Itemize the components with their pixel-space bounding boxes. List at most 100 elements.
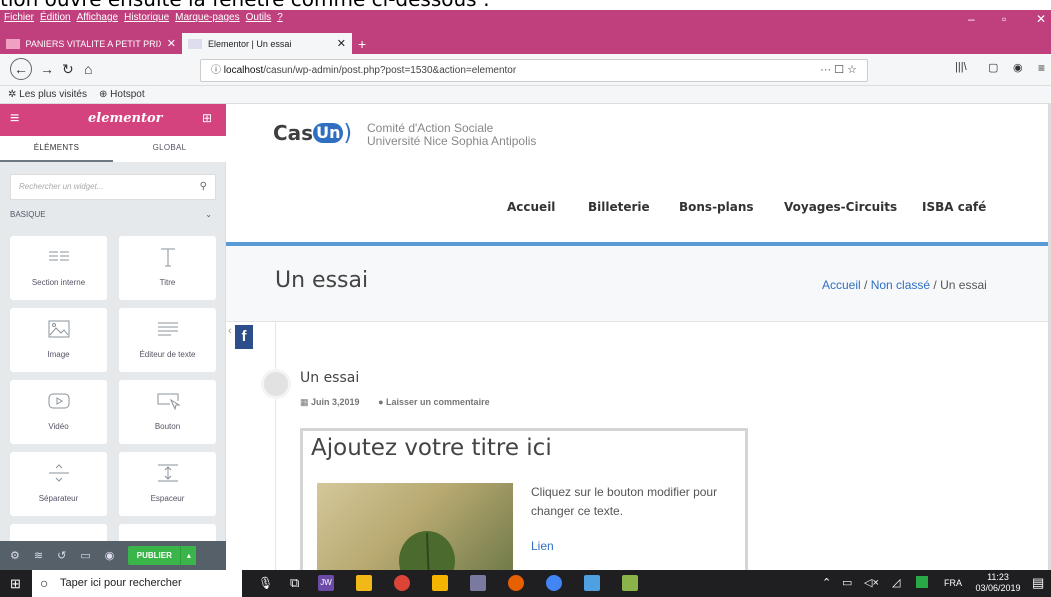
account-icon[interactable]: ◉	[1013, 61, 1023, 74]
panel-tabs: ÉLÉMENTS GLOBAL	[0, 136, 226, 162]
widget-espaceur[interactable]: Espaceur	[119, 452, 216, 516]
category-basic[interactable]: BASIQUE ⌄	[10, 208, 216, 222]
widget-search-input[interactable]: Rechercher un widget... ⚲	[10, 174, 216, 200]
chrome-icon[interactable]	[394, 575, 410, 591]
navigator-icon[interactable]: ≋	[34, 549, 43, 562]
tray-chevron-icon[interactable]: ⌃	[822, 576, 831, 589]
tab-global[interactable]: GLOBAL	[113, 136, 226, 162]
widget-label: Image	[47, 350, 70, 359]
page-actions-icon[interactable]: ··· ☐ ☆	[820, 60, 857, 81]
elementor-section[interactable]: Ajoutez votre titre ici Cliquez sur le b…	[300, 428, 748, 570]
url-path: /casun/wp-admin/post.php?post=1530&actio…	[263, 65, 517, 76]
mic-icon[interactable]: 🎙	[258, 576, 273, 590]
notifications-icon[interactable]: ▤	[1032, 575, 1044, 591]
menu-item-fichier[interactable]: Fichier	[4, 10, 34, 28]
file-explorer-icon[interactable]	[356, 575, 372, 591]
menu-item-marque-pages[interactable]: Marque-pages	[175, 10, 239, 28]
menu-item-outils[interactable]: Outils	[246, 10, 272, 28]
widget-titre[interactable]: Titre	[119, 236, 216, 300]
widget-heading[interactable]: Ajoutez votre titre ici	[311, 435, 552, 461]
hamburger-icon[interactable]: ≡	[10, 110, 19, 128]
new-tab-icon[interactable]: +	[352, 33, 372, 54]
wifi-icon[interactable]: ◿	[892, 576, 900, 589]
forward-icon[interactable]: →	[40, 61, 54, 77]
language-indicator[interactable]: FRA	[944, 578, 962, 588]
post-title[interactable]: Un essai	[300, 370, 359, 386]
tab-paniers[interactable]: PANIERS VITALITE A PETIT PRIX ✕	[0, 33, 182, 54]
nav-billeterie[interactable]: Billeterie	[588, 200, 650, 214]
settings-icon[interactable]: ⚙	[10, 549, 20, 562]
tab-label: PANIERS VITALITE A PETIT PRIX	[25, 38, 161, 49]
tab-close-icon[interactable]: ✕	[337, 37, 346, 50]
history-icon[interactable]: ↺	[57, 549, 66, 562]
close-icon[interactable]: ✕	[1036, 12, 1046, 26]
widget-video[interactable]: Vidéo	[10, 380, 107, 444]
widget-bouton[interactable]: Bouton	[119, 380, 216, 444]
leaf-image[interactable]	[317, 483, 513, 570]
battery-icon: ▭	[842, 577, 853, 589]
responsive-icon[interactable]: ▭	[80, 549, 90, 562]
comment-link[interactable]: Laisser un commentaire	[386, 397, 490, 407]
menu-item-edition[interactable]: Édition	[40, 10, 71, 28]
nav-accueil[interactable]: Accueil	[507, 200, 555, 214]
reload-icon[interactable]: ↻	[62, 61, 74, 78]
paint-icon[interactable]	[470, 575, 486, 591]
site-logo[interactable]: Cas Un)	[273, 121, 352, 146]
url-host: localhost	[223, 65, 264, 76]
taskbar-search-input[interactable]: ○ Taper ici pour rechercher	[32, 570, 242, 597]
publish-options-icon[interactable]: ▴	[180, 546, 197, 565]
bookmark-hotspot[interactable]: ⊕ Hotspot	[99, 86, 145, 103]
facebook-icon[interactable]: f	[235, 325, 253, 349]
tab-elementor[interactable]: Elementor | Un essai ✕	[182, 33, 352, 54]
nav-voyages[interactable]: Voyages-Circuits	[784, 200, 897, 214]
elementor-panel: ≡ elementor ⊞ ÉLÉMENTS GLOBAL Rechercher…	[0, 104, 226, 570]
menu-icon[interactable]: ≡	[1038, 61, 1045, 75]
task-view-icon[interactable]: ⧉	[290, 575, 299, 591]
restore-icon[interactable]: ▫	[1002, 12, 1006, 26]
image-icon	[10, 316, 107, 342]
widget-separateur[interactable]: Séparateur	[10, 452, 107, 516]
site-preview: Cas Un) Comité d'Action Sociale Universit…	[226, 104, 1048, 570]
tray-app-icon[interactable]	[916, 576, 928, 588]
bookmark-most-visited[interactable]: ✲ Les plus visités	[8, 86, 87, 103]
nav-isba[interactable]: ISBA café	[922, 200, 986, 214]
chevron-down-icon: ⌄	[205, 210, 212, 219]
preview-icon[interactable]: ◉	[105, 549, 115, 562]
clock[interactable]: 11:23 03/06/2019	[970, 572, 1026, 594]
panel-footer: ⚙ ≋ ↺ ▭ ◉ PUBLIER ▴	[0, 541, 226, 570]
breadcrumb-home[interactable]: Accueil	[822, 278, 861, 292]
widget-editeur-texte[interactable]: Éditeur de texte	[119, 308, 216, 372]
url-bar[interactable]: ⓘ localhost/casun/wp-admin/post.php?post…	[200, 59, 868, 82]
page-header: Un essai Accueil / Non classé / Un essai	[226, 246, 1048, 322]
breadcrumb-category[interactable]: Non classé	[871, 278, 930, 292]
sidebar-icon[interactable]: ▢	[988, 61, 998, 74]
sublime-icon[interactable]	[432, 575, 448, 591]
minimize-icon[interactable]: –	[968, 12, 975, 26]
widget-section-interne[interactable]: Section interne	[10, 236, 107, 300]
widget-link[interactable]: Lien	[531, 539, 554, 553]
notepad-icon[interactable]	[584, 575, 600, 591]
app-jw-icon[interactable]: JW	[318, 575, 334, 591]
widget-image[interactable]: Image	[10, 308, 107, 372]
volume-icon[interactable]: ◁×	[864, 576, 879, 589]
library-icon[interactable]: |||\	[955, 61, 967, 73]
chrome-alt-icon[interactable]	[546, 575, 562, 591]
breadcrumb: Accueil / Non classé / Un essai	[822, 278, 987, 292]
back-icon[interactable]: ←	[10, 58, 32, 80]
widget-text[interactable]: Cliquez sur le bouton modifier pour chan…	[531, 483, 731, 521]
divider-icon	[10, 460, 107, 486]
social-toggle-icon[interactable]: ‹	[228, 325, 234, 349]
menu-item-affichage[interactable]: Affichage	[77, 10, 119, 28]
publish-button[interactable]: PUBLIER	[128, 546, 181, 565]
firefox-icon[interactable]	[508, 575, 524, 591]
tab-elements[interactable]: ÉLÉMENTS	[0, 136, 113, 162]
page-title: Un essai	[275, 268, 369, 293]
tool-icon[interactable]	[622, 575, 638, 591]
tab-close-icon[interactable]: ✕	[167, 37, 176, 50]
menu-item-help[interactable]: ?	[277, 10, 283, 28]
grid-icon[interactable]: ⊞	[202, 111, 212, 125]
windows-start-icon[interactable]: ⊞	[10, 576, 21, 592]
nav-bons-plans[interactable]: Bons-plans	[679, 200, 754, 214]
home-icon[interactable]: ⌂	[84, 61, 92, 77]
menu-item-historique[interactable]: Historique	[124, 10, 169, 28]
